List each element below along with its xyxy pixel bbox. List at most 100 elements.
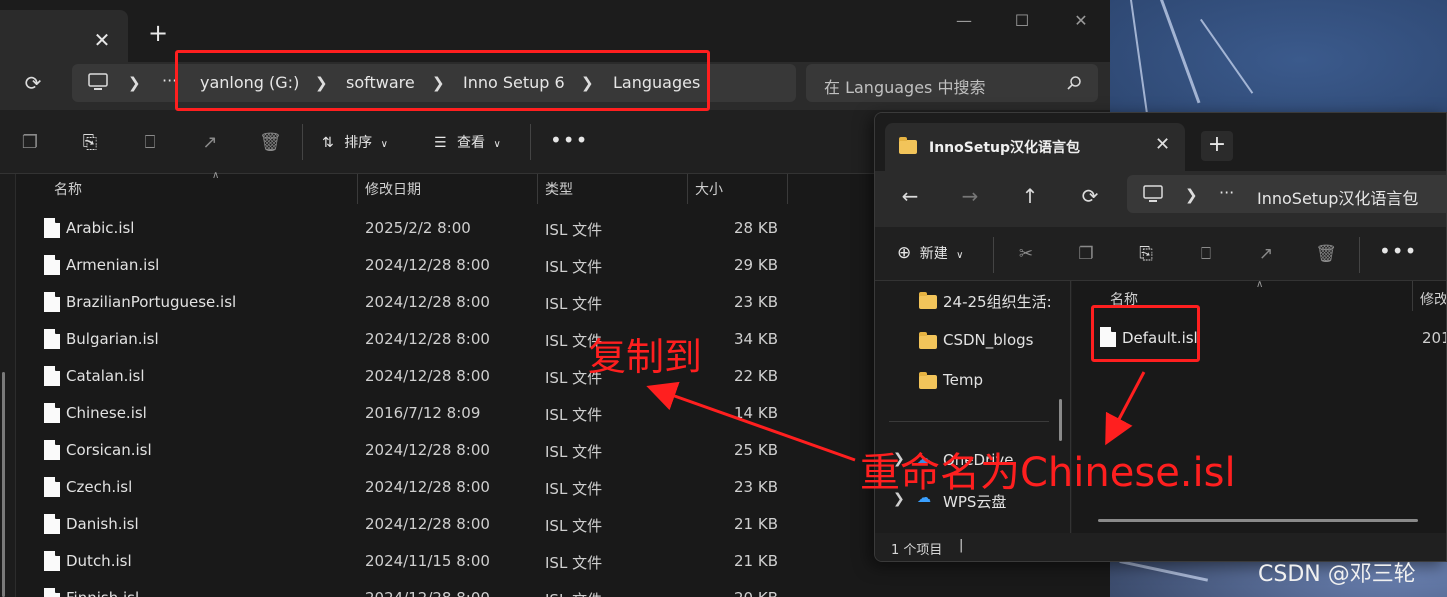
- column-size[interactable]: 大小: [695, 179, 723, 199]
- column-divider[interactable]: [537, 174, 538, 204]
- nav-item-temp[interactable]: Temp: [943, 371, 983, 389]
- refresh-icon[interactable]: ⟳: [20, 70, 46, 96]
- share-icon[interactable]: ↗: [1255, 243, 1277, 265]
- forward-arrow-icon[interactable]: →: [957, 183, 983, 209]
- folder-icon: [919, 332, 937, 349]
- file-type: ISL 文件: [545, 589, 602, 597]
- search-input[interactable]: 在 Languages 中搜索: [806, 64, 1098, 102]
- file-date: 2024/12/28 8:00: [365, 478, 490, 496]
- chevron-right-icon[interactable]: ❯: [432, 73, 445, 93]
- breadcrumb-languages[interactable]: Languages: [613, 73, 700, 92]
- column-divider[interactable]: [1412, 281, 1413, 311]
- navigation-row: ← → ↑ ⟳ ❯ ··· InnoSetup汉化语言包: [875, 171, 1446, 227]
- file-date: 2016/7/12 8:09: [365, 404, 481, 422]
- breadcrumb-overflow[interactable]: ···: [1219, 183, 1234, 202]
- file-icon: [44, 218, 60, 238]
- view-label: 查看: [457, 135, 486, 151]
- close-window-icon[interactable]: ✕: [1066, 8, 1096, 34]
- search-icon[interactable]: [1066, 75, 1082, 91]
- folder-icon: [919, 372, 937, 389]
- new-tab-button[interactable]: +: [145, 20, 171, 46]
- file-size: 29 KB: [734, 256, 778, 274]
- file-date: 2024/12/28 8:00: [365, 330, 490, 348]
- more-options-button[interactable]: •••: [550, 128, 588, 152]
- file-name: Bulgarian.isl: [66, 330, 159, 348]
- refresh-icon[interactable]: ⟳: [1077, 183, 1103, 209]
- nav-scrollbar[interactable]: [1059, 399, 1062, 441]
- breadcrumb-overflow[interactable]: ···: [162, 71, 177, 90]
- more-options-button[interactable]: •••: [1379, 239, 1417, 263]
- back-arrow-icon[interactable]: ←: [897, 183, 923, 209]
- chevron-right-icon[interactable]: ❯: [128, 73, 141, 93]
- horizontal-scrollbar[interactable]: [1098, 519, 1418, 522]
- tab-title: InnoSetup汉化语言包: [929, 140, 1081, 156]
- file-size: 23 KB: [734, 293, 778, 311]
- breadcrumb-innosetup[interactable]: InnoSetup汉化语言包: [1257, 185, 1418, 209]
- file-icon: [44, 477, 60, 497]
- column-name[interactable]: 名称: [1110, 289, 1138, 309]
- up-arrow-icon[interactable]: ↑: [1017, 183, 1043, 209]
- tab-bar: ✕ + — ☐ ✕: [0, 0, 1110, 62]
- rename-icon[interactable]: ⎕: [1195, 243, 1217, 265]
- rename-icon[interactable]: ⎕: [139, 132, 161, 154]
- chevron-down-icon: ∨: [956, 250, 964, 261]
- minimize-icon[interactable]: —: [949, 8, 979, 34]
- column-divider[interactable]: [357, 174, 358, 204]
- file-size: 20 KB: [666, 589, 778, 597]
- nav-item-csdn-blogs[interactable]: CSDN_blogs: [943, 331, 1033, 349]
- chevron-right-icon[interactable]: ❯: [1185, 185, 1198, 205]
- cut-icon[interactable]: ✂: [1015, 243, 1037, 265]
- maximize-icon[interactable]: ☐: [1007, 8, 1037, 34]
- tab-bar: InnoSetup汉化语言包 ✕ +: [875, 113, 1446, 171]
- delete-icon[interactable]: 🗑: [259, 132, 282, 154]
- paste-icon[interactable]: ⎘: [79, 132, 101, 154]
- copy-icon[interactable]: ❐: [19, 132, 41, 154]
- file-icon: [44, 514, 60, 534]
- copy-icon[interactable]: ❐: [1075, 243, 1097, 265]
- column-type[interactable]: 类型: [545, 179, 573, 199]
- address-bar[interactable]: ❯ ··· InnoSetup汉化语言包: [1127, 175, 1446, 213]
- tab-languages[interactable]: ✕: [0, 10, 128, 62]
- breadcrumb-drive[interactable]: yanlong (G:): [200, 73, 299, 92]
- view-button[interactable]: ☰ 查看 ∨: [434, 132, 501, 154]
- chevron-right-icon[interactable]: ❯: [315, 73, 328, 93]
- file-size: 14 KB: [734, 404, 778, 422]
- file-name: BrazilianPortuguese.isl: [66, 293, 237, 311]
- address-bar[interactable]: ❯ ··· yanlong (G:) ❯ software ❯ Inno Set…: [72, 64, 796, 102]
- file-type: ISL 文件: [545, 554, 603, 572]
- chevron-down-icon: ∨: [493, 139, 501, 150]
- navigation-pane: [0, 174, 16, 597]
- sort-ascending-icon: ∧: [1256, 279, 1264, 290]
- chevron-right-icon[interactable]: ❯: [581, 73, 594, 93]
- file-type: ISL 文件: [545, 221, 603, 239]
- nav-item-org-life[interactable]: 24-25组织生活:: [943, 291, 1052, 312]
- column-date-modified[interactable]: 修改: [1420, 289, 1446, 309]
- column-divider[interactable]: [787, 174, 788, 204]
- table-row[interactable]: Finnish.isl 2024/12/28 8:00 ISL 文件 20 KB: [16, 580, 1110, 597]
- folder-icon: [919, 292, 937, 309]
- close-tab-icon[interactable]: ✕: [90, 28, 114, 52]
- file-name-default[interactable]: Default.isl: [1122, 329, 1198, 347]
- column-divider[interactable]: [687, 174, 688, 204]
- paste-icon[interactable]: ⎘: [1135, 243, 1157, 265]
- delete-icon[interactable]: 🗑: [1315, 243, 1337, 265]
- breadcrumb-inno-setup[interactable]: Inno Setup 6: [463, 73, 565, 92]
- file-size: 28 KB: [734, 219, 778, 237]
- sort-button[interactable]: ⇅ 排序 ∨: [322, 132, 388, 154]
- breadcrumb-software[interactable]: software: [346, 73, 415, 92]
- sort-label: 排序: [344, 135, 373, 151]
- file-name: Corsican.isl: [66, 441, 152, 459]
- command-bar: ⊕ 新建 ∨ ✂ ❐ ⎘ ⎕ ↗ 🗑 •••: [875, 227, 1446, 281]
- close-tab-icon[interactable]: ✕: [1155, 134, 1170, 155]
- column-name[interactable]: 名称: [54, 179, 82, 199]
- new-item-button[interactable]: ⊕ 新建 ∨: [897, 243, 963, 263]
- share-icon[interactable]: ↗: [199, 132, 221, 154]
- csdn-watermark: CSDN @邓三轮: [1258, 562, 1416, 587]
- file-icon: [44, 551, 60, 571]
- new-tab-button[interactable]: +: [1201, 131, 1233, 161]
- nav-scrollbar[interactable]: [2, 372, 5, 597]
- file-name: Catalan.isl: [66, 367, 145, 385]
- file-icon: [44, 366, 60, 386]
- column-date-modified[interactable]: 修改日期: [365, 179, 421, 199]
- tab-innosetup[interactable]: InnoSetup汉化语言包 ✕: [885, 123, 1185, 171]
